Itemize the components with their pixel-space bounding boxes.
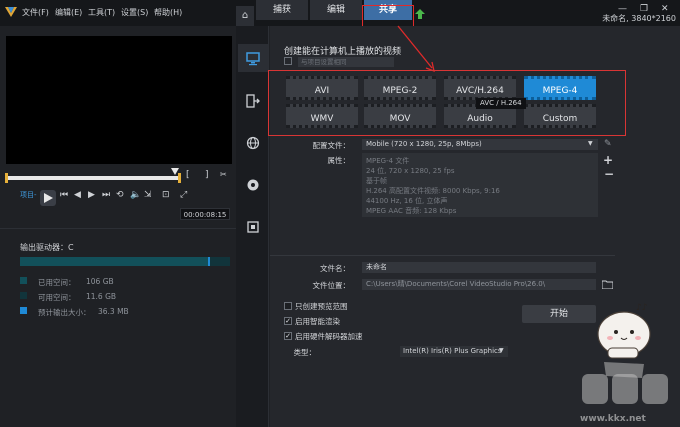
- resolution-icon[interactable]: ⇲: [144, 190, 152, 200]
- free-space-value: 11.6 GB: [86, 292, 117, 301]
- drive-estimate-marker: [208, 257, 210, 266]
- app-logo-icon: [5, 7, 17, 17]
- profile-label: 配置文件：: [312, 141, 351, 150]
- format-custom-button[interactable]: Custom: [524, 104, 596, 128]
- preview-range-label: 只创建预览范围: [295, 302, 348, 311]
- output-drive-label: 输出驱动器：C: [20, 243, 74, 252]
- go-to-start-icon[interactable]: ⏮: [60, 190, 68, 200]
- svg-text:♪♪: ♪♪: [636, 303, 648, 313]
- add-profile-icon[interactable]: +: [603, 153, 613, 167]
- site-url-watermark: www.kkx.net: [580, 414, 646, 424]
- used-space-swatch: [20, 277, 27, 284]
- menu-settings[interactable]: 设置(S): [121, 7, 148, 18]
- project-name: 未命名, 3840*2160: [602, 14, 676, 23]
- menu-file[interactable]: 文件(F): [22, 7, 49, 18]
- repeat-icon[interactable]: ⟲: [116, 190, 124, 200]
- expand-icon[interactable]: ⤢: [180, 190, 187, 200]
- menu-help[interactable]: 帮助(H): [154, 7, 182, 18]
- mark-out-icon[interactable]: ]: [205, 170, 209, 180]
- profile-dropdown[interactable]: Mobile (720 x 1280, 25p, 8Mbps): [362, 139, 598, 150]
- project-label[interactable]: 项目-: [20, 190, 37, 200]
- free-space-swatch: [20, 292, 27, 299]
- previous-frame-icon[interactable]: ◀: [74, 190, 81, 200]
- menu-edit[interactable]: 编辑(E): [55, 7, 82, 18]
- property-line: H.264 高配置文件视频: 8000 Kbps, 9:16: [366, 187, 500, 195]
- format-mpeg4-button[interactable]: MPEG-4: [524, 76, 596, 100]
- 3d-video-icon[interactable]: [246, 220, 260, 234]
- properties-label: 属性：: [327, 156, 351, 165]
- format-tooltip: AVC / H.264: [476, 98, 526, 109]
- format-mov-button[interactable]: MOV: [364, 104, 436, 128]
- property-line: 24 位, 720 x 1280, 25 fps: [366, 167, 455, 175]
- used-space-value: 106 GB: [86, 277, 114, 286]
- scrub-bar[interactable]: [6, 176, 180, 180]
- file-location-label: 文件位置：: [312, 281, 351, 290]
- type-label: 类型：: [293, 348, 317, 357]
- smart-render-label: 启用智能渲染: [295, 317, 340, 326]
- site-logo-icon: [582, 374, 668, 404]
- divider: [0, 228, 236, 229]
- menu-tools[interactable]: 工具(T): [88, 7, 115, 18]
- file-location-input[interactable]: C:\Users\晴\Documents\Corel VideoStudio P…: [362, 279, 596, 290]
- format-mpeg2-button[interactable]: MPEG-2: [364, 76, 436, 100]
- tab-edit[interactable]: 编辑: [310, 0, 362, 20]
- volume-icon[interactable]: 🔈: [130, 190, 141, 200]
- divider: [270, 255, 615, 256]
- chevron-down-icon[interactable]: ▼: [588, 140, 593, 147]
- timecode-display[interactable]: 00:00:08:15: [180, 208, 230, 220]
- next-frame-icon[interactable]: ▶: [88, 190, 95, 200]
- format-wmv-button[interactable]: WMV: [286, 104, 358, 128]
- custom-settings-checkbox[interactable]: [284, 57, 292, 65]
- disc-icon[interactable]: [246, 178, 260, 192]
- estimated-size-value: 36.3 MB: [98, 307, 129, 316]
- hw-accel-label: 启用硬件解码器加速: [295, 332, 363, 341]
- go-to-end-icon[interactable]: ⏭: [102, 190, 110, 200]
- play-icon: [44, 193, 53, 203]
- share-heading: 创建能在计算机上播放的视频: [284, 47, 402, 57]
- format-avi-button[interactable]: AVI: [286, 76, 358, 100]
- remove-profile-icon[interactable]: −: [604, 167, 614, 181]
- device-export-icon[interactable]: [246, 94, 260, 108]
- estimated-size-swatch: [20, 307, 27, 314]
- annotation-arrow: [397, 25, 435, 73]
- filename-label: 文件名：: [320, 264, 350, 273]
- drive-usage-fill: [20, 257, 209, 266]
- start-button[interactable]: 开始: [522, 305, 596, 323]
- filename-input[interactable]: 未命名: [362, 262, 596, 273]
- trim-start-marker[interactable]: [5, 173, 8, 183]
- smart-render-checkbox[interactable]: ✓: [284, 317, 292, 325]
- estimated-size-label: 预计输出大小：: [38, 308, 91, 317]
- home-icon[interactable]: ⌂: [236, 6, 254, 26]
- edit-pencil-icon[interactable]: ✎: [604, 139, 612, 149]
- used-space-label: 已用空间：: [38, 278, 76, 287]
- mark-in-icon[interactable]: [: [186, 170, 190, 180]
- upload-arrow-icon[interactable]: [415, 9, 425, 19]
- video-preview[interactable]: [6, 36, 232, 164]
- tab-capture[interactable]: 捕获: [256, 0, 308, 20]
- hw-accel-checkbox[interactable]: ✓: [284, 332, 292, 340]
- folder-icon[interactable]: [602, 279, 613, 289]
- playhead-icon[interactable]: [171, 168, 179, 175]
- web-globe-icon[interactable]: [246, 136, 260, 150]
- property-line: 44100 Hz, 16 位, 立体声: [366, 197, 448, 205]
- gpu-type-dropdown[interactable]: Intel(R) Iris(R) Plus Graphics: [400, 346, 508, 357]
- chevron-down-icon[interactable]: ▼: [499, 347, 504, 354]
- format-avc-h264-button[interactable]: AVC/H.264: [444, 76, 516, 100]
- project-settings-dropdown[interactable]: 与项目设置相同: [298, 57, 394, 67]
- free-space-label: 可用空间：: [38, 293, 76, 302]
- property-line: MPEG AAC 音频: 128 Kbps: [366, 207, 457, 215]
- aspect-icon[interactable]: ⊡: [162, 190, 170, 200]
- split-icon[interactable]: ✂: [220, 170, 227, 179]
- computer-icon[interactable]: [246, 52, 260, 66]
- property-line: MPEG-4 文件: [366, 157, 410, 165]
- preview-range-checkbox[interactable]: [284, 302, 292, 310]
- property-line: 基于帧: [366, 177, 387, 185]
